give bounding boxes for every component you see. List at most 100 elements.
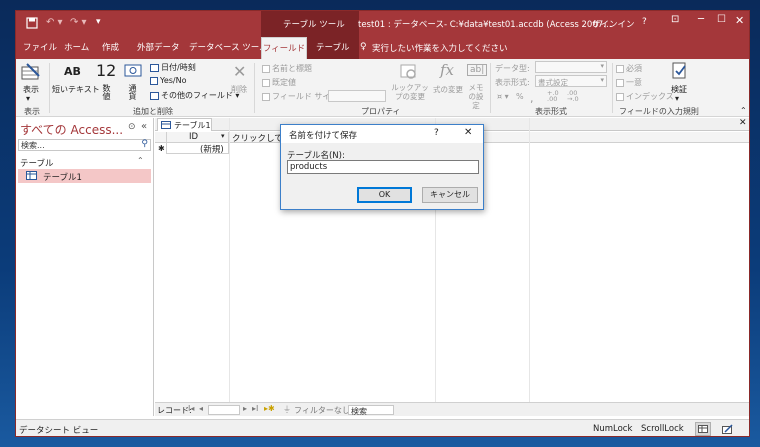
required-checkbox[interactable]: 必須 (616, 63, 642, 74)
short-text-button[interactable]: 短いテキスト (52, 84, 100, 95)
dialog-help-button[interactable]: ? (434, 128, 439, 138)
column-filter-icon[interactable]: ▾ (221, 132, 225, 140)
validation-icon[interactable] (671, 62, 689, 80)
column-header-id[interactable]: ID ▾ (167, 132, 229, 143)
close-document-icon[interactable]: ✕ (739, 118, 747, 128)
memo-icon[interactable]: ab| (467, 64, 488, 76)
increase-decimal-icon[interactable]: +.0.00 (547, 90, 559, 103)
undo-icon[interactable]: ↶ ▾ (46, 17, 63, 28)
datasheet-view-icon (698, 425, 708, 433)
currency-button[interactable]: 通貨 (128, 84, 137, 100)
save-as-dialog: 名前を付けて保存 ? ✕ テーブル名(N): products OK キャンセル (280, 124, 484, 210)
access-window: ↶ ▾ ↷ ▾ ▾ テーブル ツール test01 : データベース- C:¥d… (15, 10, 750, 437)
formula-change-button[interactable]: 式の変更 (433, 84, 463, 95)
ribbon-options-icon[interactable]: ⊡ (671, 14, 679, 25)
currency-format-icon[interactable]: ¤ ▾ (497, 92, 509, 101)
more-fields-button[interactable]: その他のフィールド ▾ (150, 90, 239, 101)
delete-button[interactable]: 削除 (231, 84, 247, 95)
record-number-input[interactable] (208, 405, 240, 415)
data-type-select[interactable]: ▾ (535, 61, 607, 73)
indexed-checkbox[interactable]: インデックス (616, 91, 674, 102)
nav-dropdown-icon[interactable]: ⊙ (128, 122, 136, 132)
delete-icon[interactable]: ✕ (233, 62, 246, 81)
format-select[interactable]: 書式設定 ▾ (535, 75, 607, 87)
tab-create[interactable]: 作成 (102, 37, 119, 59)
collapse-ribbon-icon[interactable]: ⌃ (740, 106, 747, 115)
lookup-change-button[interactable]: ルックアップの変更 (388, 83, 432, 101)
dialog-close-icon[interactable]: ✕ (464, 127, 472, 138)
number-icon[interactable]: 12 (96, 61, 116, 80)
search-icon[interactable]: ⚲ (141, 139, 148, 149)
decrease-decimal-icon[interactable]: .00 →.0 (567, 90, 579, 103)
ok-button[interactable]: OK (357, 187, 412, 203)
tab-file[interactable]: ファイル (23, 37, 57, 59)
record-label: レコード: (157, 406, 192, 415)
tell-me-box[interactable]: 実行したい作業を入力してください (372, 42, 508, 54)
ribbon: 表示 ▾ 表示 AB 短いテキスト 12 数値 通貨 日付/時刻 Yes/No … (16, 59, 749, 117)
help-button[interactable]: ? (642, 17, 647, 27)
nav-item-label: テーブル1 (43, 173, 82, 183)
view-dropdown-icon[interactable]: ▾ (26, 94, 30, 103)
indexed-label: インデックス (626, 92, 674, 101)
nav-item-table1[interactable]: テーブル1 (18, 169, 151, 183)
filter-icon[interactable]: ⏚ (283, 404, 291, 415)
memo-settings-button[interactable]: メモの設定 (465, 83, 487, 110)
unique-checkbox[interactable]: 一意 (616, 77, 642, 88)
tab-home[interactable]: ホーム (64, 37, 89, 59)
last-record-icon[interactable]: ▸I (252, 404, 258, 413)
tab-fields[interactable]: フィールド (261, 37, 307, 59)
cancel-button[interactable]: キャンセル (422, 187, 478, 203)
customize-qat-icon[interactable]: ▾ (96, 17, 101, 27)
minimize-icon[interactable]: ─ (698, 14, 704, 25)
comma-icon[interactable]: , (530, 92, 534, 105)
yesno-button[interactable]: Yes/No (150, 76, 187, 85)
column-header-add-label: クリックして (232, 134, 283, 144)
maximize-icon[interactable]: ☐ (717, 14, 726, 25)
nav-pane-title[interactable]: すべての Access... (20, 121, 123, 138)
nav-search-input[interactable]: 検索... ⚲ (18, 139, 151, 151)
filter-status[interactable]: フィルターなし (294, 405, 350, 416)
percent-icon[interactable]: % (516, 92, 524, 101)
record-search-input[interactable]: 検索 (348, 405, 394, 416)
name-caption-button[interactable]: 名前と標題 (262, 63, 312, 74)
tab-database-tools[interactable]: データベース ツール (189, 37, 268, 59)
close-icon[interactable]: ✕ (735, 14, 744, 27)
group-view-label: 表示 (24, 107, 40, 116)
nav-collapse-icon[interactable]: « (141, 121, 147, 132)
nav-section-tables[interactable]: テーブル (20, 157, 54, 169)
design-view-icon (722, 424, 733, 434)
datetime-button[interactable]: 日付/時刻 (150, 62, 196, 73)
save-icon[interactable] (26, 17, 38, 29)
view-icon[interactable] (21, 63, 41, 81)
section-collapse-icon[interactable]: ⌃ (137, 156, 144, 165)
currency-icon[interactable] (124, 62, 142, 78)
previous-record-icon[interactable]: ◂ (199, 404, 203, 413)
status-view-mode: データシート ビュー (19, 426, 99, 436)
formula-icon[interactable]: fx (440, 61, 454, 79)
design-view-button[interactable] (720, 422, 736, 436)
field-size-input[interactable] (328, 90, 386, 102)
next-record-icon[interactable]: ▸ (243, 404, 247, 413)
record-search-placeholder: 検索 (351, 407, 367, 416)
first-record-icon[interactable]: I◂ (188, 404, 194, 413)
field-size-button[interactable]: フィールド サイズ (262, 91, 338, 102)
short-text-icon[interactable]: AB (64, 65, 81, 78)
tab-external-data[interactable]: 外部データ (137, 37, 180, 59)
navigation-pane: すべての Access... ⊙ « 検索... ⚲ テーブル ⌃ テーブル1 (16, 118, 154, 416)
redo-icon[interactable]: ↷ ▾ (70, 17, 87, 28)
validation-dropdown-icon[interactable]: ▾ (675, 94, 679, 103)
default-value-button[interactable]: 既定値 (262, 77, 296, 88)
datasheet-view-button[interactable] (695, 422, 711, 436)
signin-link[interactable]: サインイン (592, 18, 635, 30)
lookup-icon[interactable] (400, 63, 418, 81)
ribbon-tabs: ファイル ホーム 作成 外部データ データベース ツール フィールド テーブル … (16, 37, 749, 59)
window-title: test01 : データベース- C:¥data¥test01.accdb (A… (358, 20, 612, 30)
number-button[interactable]: 数値 (102, 84, 111, 100)
new-record-nav-icon[interactable]: ▸✱ (264, 404, 275, 413)
doc-tab-table1[interactable]: テーブル1 (157, 118, 212, 131)
required-label: 必須 (626, 64, 642, 73)
table-name-input[interactable]: products (287, 160, 479, 174)
new-record-cell[interactable]: (新規) (167, 143, 229, 155)
tab-table[interactable]: テーブル (316, 37, 350, 59)
table-name-value: products (290, 162, 328, 172)
